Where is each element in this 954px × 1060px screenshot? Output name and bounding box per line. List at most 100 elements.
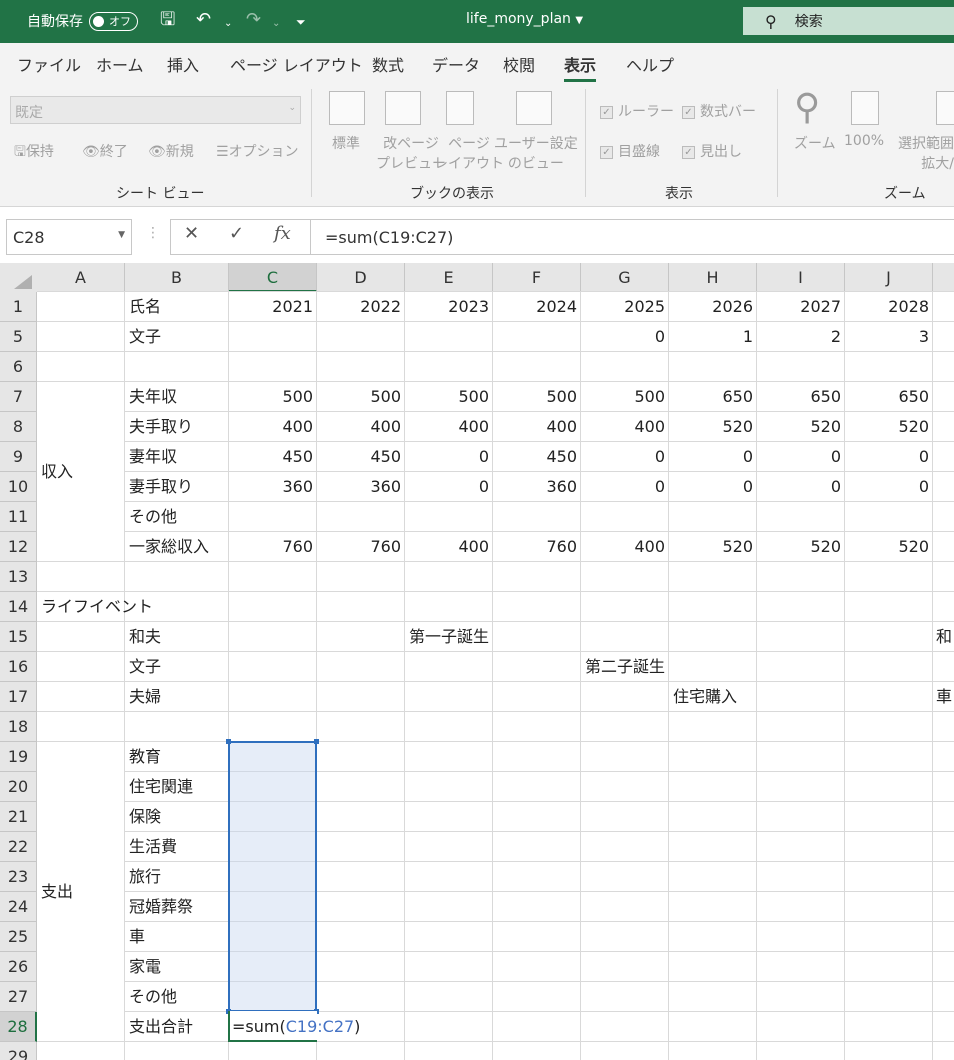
income-row-label[interactable]: 妻手取り (129, 472, 225, 502)
income-value[interactable]: 450 (497, 442, 577, 472)
redo-dropdown-icon[interactable]: ⌄ (272, 14, 280, 34)
search-box[interactable]: ⚲ 検索 (743, 7, 954, 35)
cell-b5[interactable]: 文子 (129, 322, 225, 352)
income-value[interactable]: 500 (321, 382, 401, 412)
event-person-label[interactable]: 文子 (129, 652, 225, 682)
income-value[interactable]: 0 (673, 472, 753, 502)
undo-icon[interactable]: ↶ (196, 10, 211, 30)
income-value[interactable]: 520 (761, 532, 841, 562)
expense-row-label[interactable]: 車 (129, 922, 225, 952)
tab-insert[interactable]: 挿入 (167, 52, 199, 76)
zoom-to-selection-button[interactable]: 選択範囲 拡大/ (893, 133, 954, 173)
ruler-checkbox[interactable]: ✓ ルーラー (600, 101, 674, 121)
income-value[interactable]: 650 (761, 382, 841, 412)
row-header-15[interactable]: 15 (0, 622, 37, 652)
income-value[interactable]: 760 (321, 532, 401, 562)
column-header-i[interactable]: I (757, 263, 845, 292)
autosave-toggle[interactable]: オフ (89, 11, 138, 31)
custom-views-button[interactable]: ユーザー設定 のビュー (494, 133, 578, 173)
expense-row-label[interactable]: 家電 (129, 952, 225, 982)
income-value[interactable]: 400 (321, 412, 401, 442)
exit-button[interactable]: 👁終了 (82, 141, 128, 161)
income-row-label[interactable]: 夫手取り (129, 412, 225, 442)
income-value[interactable]: 520 (761, 412, 841, 442)
income-value[interactable]: 520 (673, 412, 753, 442)
row-header-19[interactable]: 19 (0, 742, 37, 772)
cell-year[interactable]: 2023 (409, 292, 489, 322)
event-text[interactable]: 住宅購入 (673, 682, 873, 712)
income-row-label[interactable]: 一家総収入 (129, 532, 225, 562)
autosave-control[interactable]: 自動保存 オフ (27, 11, 138, 31)
cell-age[interactable]: 3 (849, 322, 929, 352)
row-header-11[interactable]: 11 (0, 502, 37, 532)
row-header-18[interactable]: 18 (0, 712, 37, 742)
expense-row-label[interactable]: 冠婚葬祭 (129, 892, 225, 922)
event-text-col-k[interactable]: 和 (936, 622, 954, 652)
customize-toolbar-icon[interactable]: ⏷ (296, 12, 306, 32)
tab-data[interactable]: データ (432, 52, 480, 76)
income-value[interactable]: 0 (673, 442, 753, 472)
cell-b1[interactable]: 氏名 (129, 292, 225, 322)
formula-input[interactable]: =sum(C19:C27) (310, 219, 954, 255)
income-value[interactable]: 0 (761, 472, 841, 502)
income-value[interactable]: 650 (673, 382, 753, 412)
income-value[interactable]: 360 (321, 472, 401, 502)
file-title[interactable]: life_mony_plan ▼ (466, 11, 583, 27)
tab-formulas[interactable]: 数式 (372, 52, 404, 76)
row-header-27[interactable]: 27 (0, 982, 37, 1012)
income-value[interactable]: 0 (849, 472, 929, 502)
row-header-6[interactable]: 6 (0, 352, 37, 382)
cell-year[interactable]: 2025 (585, 292, 665, 322)
gridlines-checkbox[interactable]: ✓ 目盛線 (600, 141, 660, 161)
row-header-14[interactable]: 14 (0, 592, 37, 622)
row-header-23[interactable]: 23 (0, 862, 37, 892)
income-row-label[interactable]: その他 (129, 502, 225, 532)
row-header-9[interactable]: 9 (0, 442, 37, 472)
column-header-j[interactable]: J (845, 263, 933, 292)
income-value[interactable]: 760 (497, 532, 577, 562)
income-value[interactable]: 400 (497, 412, 577, 442)
income-value[interactable]: 500 (585, 382, 665, 412)
row-header-12[interactable]: 12 (0, 532, 37, 562)
income-value[interactable]: 360 (233, 472, 313, 502)
income-value[interactable]: 520 (849, 412, 929, 442)
income-value[interactable]: 0 (849, 442, 929, 472)
formula-bar-checkbox[interactable]: ✓ 数式バー (682, 101, 756, 121)
range-handle[interactable] (226, 739, 231, 744)
name-box[interactable]: C28 ▼ (6, 219, 132, 255)
income-row-label[interactable]: 夫年収 (129, 382, 225, 412)
row-header-28[interactable]: 28 (0, 1012, 37, 1042)
row-header-5[interactable]: 5 (0, 322, 37, 352)
income-value[interactable]: 450 (321, 442, 401, 472)
cell-year[interactable]: 2027 (761, 292, 841, 322)
income-value[interactable]: 400 (409, 412, 489, 442)
row-header-22[interactable]: 22 (0, 832, 37, 862)
row-header-16[interactable]: 16 (0, 652, 37, 682)
cell-year[interactable]: 2026 (673, 292, 753, 322)
income-value[interactable]: 0 (409, 442, 489, 472)
income-value[interactable]: 520 (673, 532, 753, 562)
row-header-17[interactable]: 17 (0, 682, 37, 712)
row-header-25[interactable]: 25 (0, 922, 37, 952)
income-value[interactable]: 0 (585, 472, 665, 502)
save-icon[interactable]: 🖫 (160, 10, 175, 30)
event-text-col-k[interactable]: 車 (936, 682, 954, 712)
expense-row-label[interactable]: 住宅関連 (129, 772, 225, 802)
worksheet-grid[interactable]: A B C D E F G H I J 1 5 6 7 8 9 10 11 12 13 14 15 16 17 18 19 20 21… (0, 263, 954, 1060)
cell-age[interactable]: 1 (673, 322, 753, 352)
row-header-21[interactable]: 21 (0, 802, 37, 832)
expense-row-label[interactable]: その他 (129, 982, 225, 1012)
column-header-f[interactable]: F (493, 263, 581, 292)
column-header-c[interactable]: C (229, 263, 317, 292)
column-header-b[interactable]: B (125, 263, 229, 292)
column-header-d[interactable]: D (317, 263, 405, 292)
cell-year[interactable]: 2028 (849, 292, 929, 322)
income-value[interactable]: 0 (409, 472, 489, 502)
column-header-h[interactable]: H (669, 263, 757, 292)
income-group-label[interactable]: 収入 (41, 457, 121, 487)
income-value[interactable]: 500 (497, 382, 577, 412)
row-header-1[interactable]: 1 (0, 292, 37, 322)
row-header-29[interactable]: 29 (0, 1042, 37, 1060)
headings-checkbox[interactable]: ✓ 見出し (682, 141, 742, 161)
event-person-label[interactable]: 和夫 (129, 622, 225, 652)
